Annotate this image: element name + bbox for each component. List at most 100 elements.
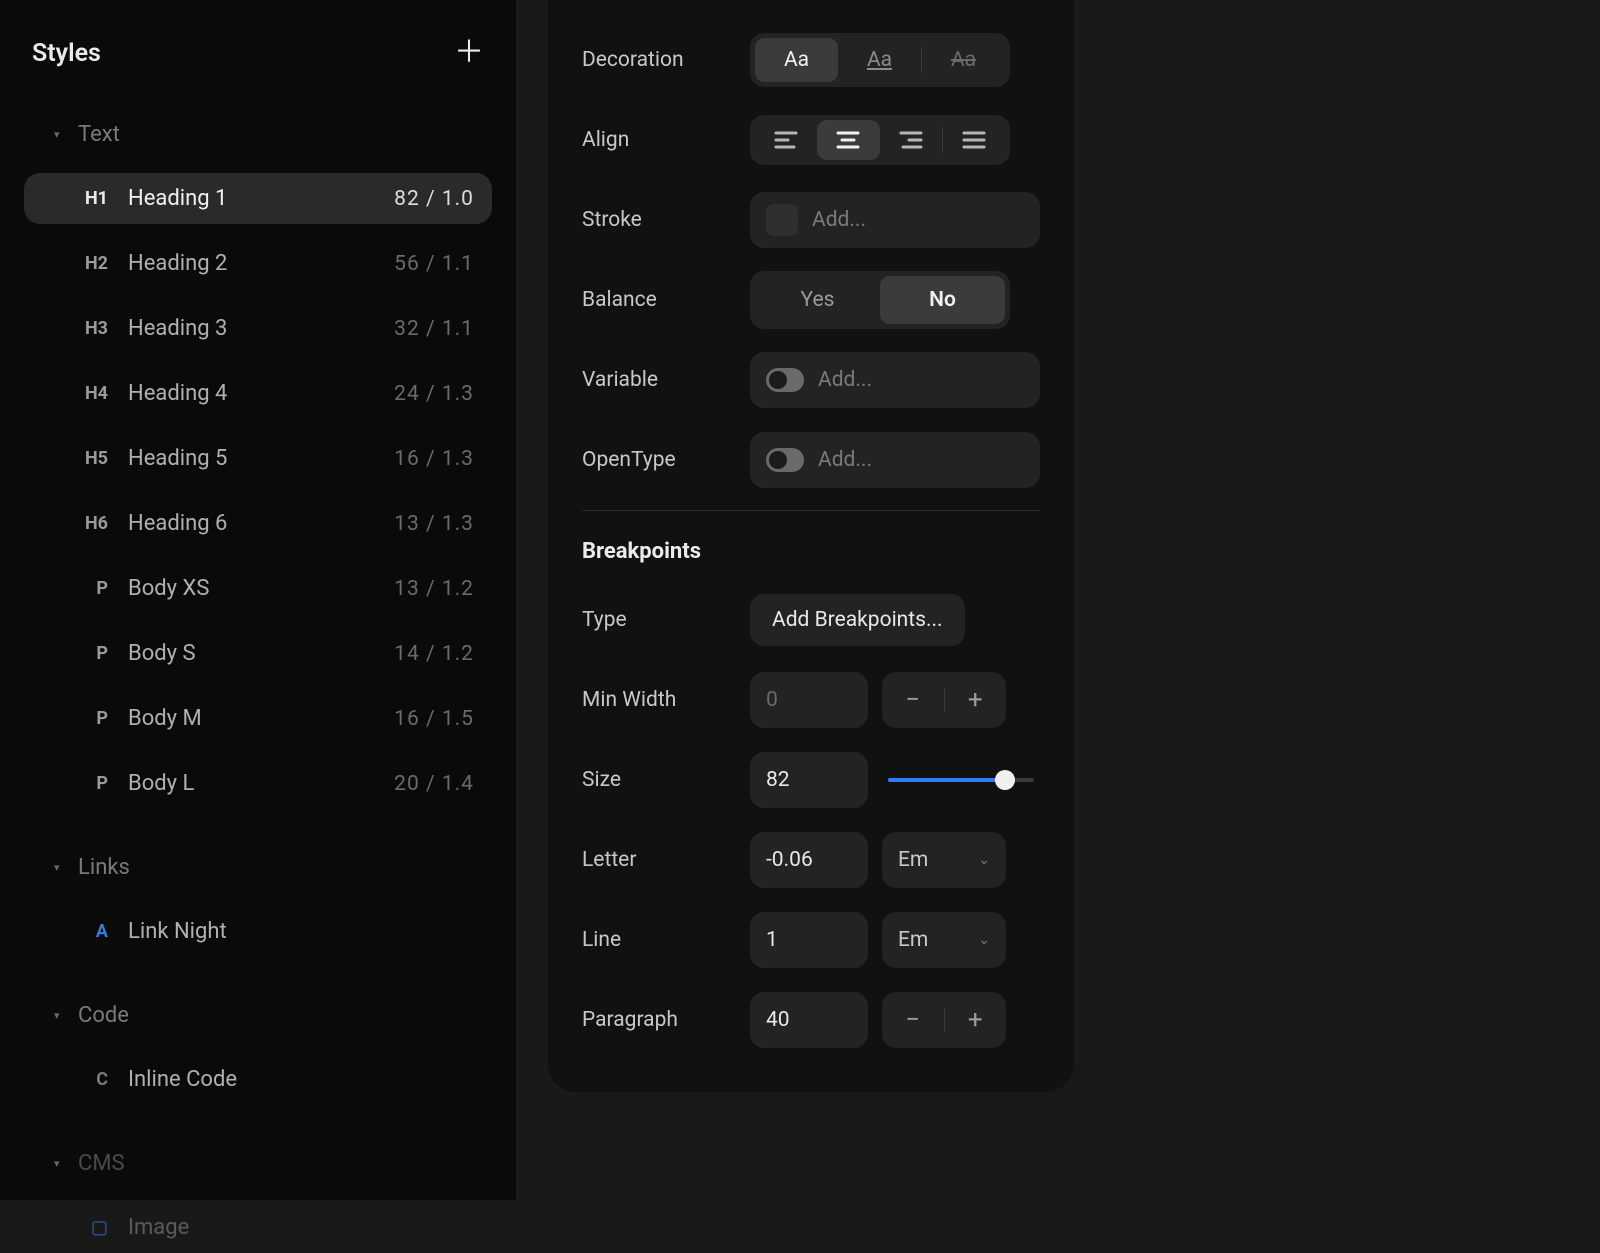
style-item-heading-2[interactable]: H2 Heading 2 56 / 1.1	[24, 238, 492, 289]
add-breakpoints-button[interactable]: Add Breakpoints...	[750, 594, 965, 646]
bp-letter-label: Letter	[582, 848, 750, 872]
minwidth-increment[interactable]: +	[945, 685, 1007, 715]
add-style-button[interactable]: ＋	[454, 38, 484, 68]
style-item-body-l[interactable]: P Body L 20 / 1.4	[24, 758, 492, 809]
decoration-strike[interactable]: Aa	[922, 38, 1005, 82]
opentype-placeholder: Add...	[818, 448, 872, 472]
style-item-body-s[interactable]: P Body S 14 / 1.2	[24, 628, 492, 679]
align-left[interactable]	[755, 120, 817, 160]
align-center[interactable]	[817, 120, 879, 160]
style-meta: 82 / 1.0	[394, 187, 474, 211]
align-left-icon	[755, 130, 817, 150]
variable-field[interactable]: Add...	[750, 352, 1040, 408]
minwidth-input[interactable]: 0	[750, 672, 868, 728]
style-meta: 32 / 1.1	[394, 317, 474, 341]
line-unit-select[interactable]: Em ⌄	[882, 912, 1006, 968]
balance-label: Balance	[582, 288, 750, 312]
line-unit-value: Em	[898, 928, 928, 952]
style-name: Body S	[128, 641, 374, 666]
stroke-field[interactable]: Add...	[750, 192, 1040, 248]
minwidth-decrement[interactable]: −	[882, 685, 944, 715]
slider-thumb[interactable]	[995, 770, 1015, 790]
align-right[interactable]	[880, 120, 942, 160]
style-item-body-xs[interactable]: P Body XS 13 / 1.2	[24, 563, 492, 614]
paragraph-increment[interactable]: +	[945, 1005, 1007, 1035]
style-tag: P	[68, 643, 108, 664]
chevron-down-icon: ⌄	[978, 932, 990, 948]
section-label: CMS	[78, 1151, 125, 1176]
decoration-label: Decoration	[582, 48, 750, 72]
chevron-down-icon: ⌄	[978, 852, 990, 868]
balance-no[interactable]: No	[880, 276, 1005, 324]
size-input[interactable]: 82	[750, 752, 868, 808]
style-item-heading-5[interactable]: H5 Heading 5 16 / 1.3	[24, 433, 492, 484]
toggle-icon	[766, 368, 804, 392]
style-name: Heading 3	[128, 316, 374, 341]
style-tag: A	[68, 921, 108, 942]
style-meta: 20 / 1.4	[394, 772, 474, 796]
align-label: Align	[582, 128, 750, 152]
style-name: Image	[128, 1215, 474, 1240]
minwidth-stepper: − +	[882, 672, 1006, 728]
style-item-heading-3[interactable]: H3 Heading 3 32 / 1.1	[24, 303, 492, 354]
style-item-inline-code[interactable]: C Inline Code	[24, 1054, 492, 1105]
decoration-underline[interactable]: Aa	[838, 38, 921, 82]
style-item-image[interactable]: ▢ Image	[24, 1202, 492, 1253]
section-links[interactable]: ▾ Links	[24, 843, 492, 892]
breakpoints-heading: Breakpoints	[582, 539, 1040, 564]
style-tag: C	[68, 1069, 108, 1090]
image-icon: ▢	[68, 1217, 108, 1238]
section-label: Links	[78, 855, 130, 880]
opentype-field[interactable]: Add...	[750, 432, 1040, 488]
style-tag: H2	[68, 253, 108, 274]
style-name: Link Night	[128, 919, 474, 944]
line-input[interactable]: 1	[750, 912, 868, 968]
section-text[interactable]: ▾ Text	[24, 110, 492, 159]
style-name: Heading 4	[128, 381, 374, 406]
stroke-label: Stroke	[582, 208, 750, 232]
bp-size-label: Size	[582, 768, 750, 792]
properties-panel: Decoration Aa Aa Aa Align	[548, 0, 1074, 1092]
style-meta: 13 / 1.3	[394, 512, 474, 536]
style-item-heading-4[interactable]: H4 Heading 4 24 / 1.3	[24, 368, 492, 419]
align-justify-icon	[943, 130, 1005, 150]
style-item-heading-6[interactable]: H6 Heading 6 13 / 1.3	[24, 498, 492, 549]
opentype-label: OpenType	[582, 448, 750, 472]
variable-placeholder: Add...	[818, 368, 872, 392]
style-tag: H5	[68, 448, 108, 469]
style-tag: H3	[68, 318, 108, 339]
decoration-none[interactable]: Aa	[755, 38, 838, 82]
style-meta: 16 / 1.5	[394, 707, 474, 731]
style-tag: P	[68, 708, 108, 729]
style-item-heading-1[interactable]: H1 Heading 1 82 / 1.0	[24, 173, 492, 224]
style-meta: 13 / 1.2	[394, 577, 474, 601]
bp-type-label: Type	[582, 608, 750, 632]
bp-line-label: Line	[582, 928, 750, 952]
style-tag: P	[68, 578, 108, 599]
divider	[582, 510, 1040, 511]
style-item-link-night[interactable]: A Link Night	[24, 906, 492, 957]
paragraph-decrement[interactable]: −	[882, 1005, 944, 1035]
section-code[interactable]: ▾ Code	[24, 991, 492, 1040]
letter-unit-value: Em	[898, 848, 928, 872]
style-name: Heading 2	[128, 251, 374, 276]
chevron-down-icon: ▾	[54, 1009, 64, 1022]
section-cms[interactable]: ▾ CMS	[24, 1139, 492, 1188]
stroke-swatch-icon	[766, 204, 798, 236]
align-justify[interactable]	[943, 120, 1005, 160]
align-center-icon	[817, 130, 879, 150]
section-label: Text	[78, 122, 120, 147]
balance-yes[interactable]: Yes	[755, 276, 880, 324]
letter-input[interactable]: -0.06	[750, 832, 868, 888]
style-name: Heading 1	[128, 186, 374, 211]
size-slider[interactable]	[888, 778, 1034, 782]
paragraph-stepper: − +	[882, 992, 1006, 1048]
decoration-segmented: Aa Aa Aa	[750, 33, 1010, 87]
style-name: Body L	[128, 771, 374, 796]
section-label: Code	[78, 1003, 129, 1028]
paragraph-input[interactable]: 40	[750, 992, 868, 1048]
sidebar-title: Styles	[32, 39, 101, 68]
chevron-down-icon: ▾	[54, 1157, 64, 1170]
letter-unit-select[interactable]: Em ⌄	[882, 832, 1006, 888]
style-item-body-m[interactable]: P Body M 16 / 1.5	[24, 693, 492, 744]
